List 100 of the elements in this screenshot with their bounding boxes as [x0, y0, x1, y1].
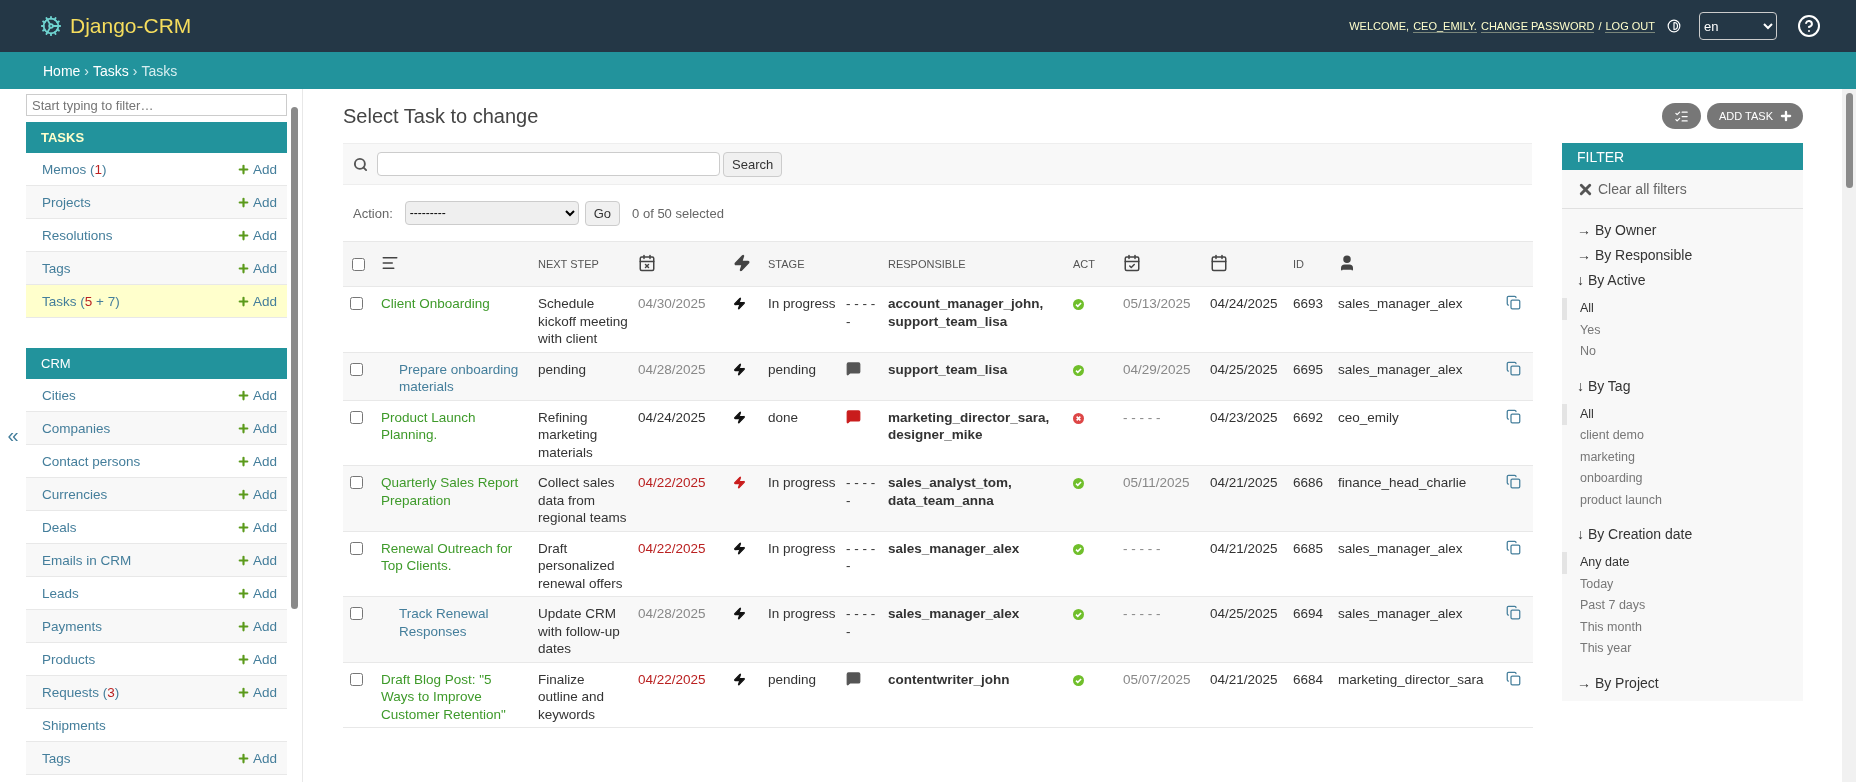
- filter-option[interactable]: marketing: [1562, 446, 1803, 468]
- add-link[interactable]: Add: [236, 161, 277, 177]
- sidebar-item[interactable]: Currencies Add: [26, 478, 287, 511]
- add-link[interactable]: Add: [236, 651, 277, 667]
- scrollbar-thumb[interactable]: [1845, 93, 1853, 188]
- sidebar-item[interactable]: Tasks (5 + 7) Add: [26, 285, 287, 318]
- calendar-icon[interactable]: [1210, 254, 1228, 272]
- sidebar-item[interactable]: Tags Add: [26, 742, 287, 775]
- add-link[interactable]: Add: [236, 260, 277, 276]
- scrollbar-thumb[interactable]: [290, 107, 298, 609]
- sidebar-item[interactable]: Companies Add: [26, 412, 287, 445]
- user-link[interactable]: CEO_EMILY.: [1413, 19, 1477, 33]
- model-link[interactable]: Products: [42, 651, 96, 667]
- add-task-button[interactable]: ADD TASK: [1707, 103, 1803, 129]
- sidebar-item[interactable]: Emails in CRM Add: [26, 544, 287, 577]
- filter-option[interactable]: Any date: [1562, 552, 1803, 574]
- filter-option[interactable]: This year: [1562, 638, 1803, 660]
- row-checkbox[interactable]: [350, 362, 363, 376]
- row-checkbox[interactable]: [350, 672, 363, 686]
- filter-option[interactable]: Yes: [1562, 319, 1803, 341]
- sidebar-item[interactable]: Payments Add: [26, 610, 287, 643]
- filter-option[interactable]: All: [1562, 403, 1803, 425]
- task-link[interactable]: Track Renewal Responses: [381, 605, 528, 640]
- add-link[interactable]: Add: [236, 585, 277, 601]
- change-password-link[interactable]: CHANGE PASSWORD: [1480, 19, 1595, 33]
- row-checkbox[interactable]: [350, 297, 363, 310]
- sidebar-filter-field[interactable]: Start typing to filter…: [26, 94, 287, 116]
- breadcrumb-link[interactable]: Tasks: [93, 62, 129, 79]
- model-link[interactable]: Leads: [42, 585, 79, 601]
- breadcrumb-link[interactable]: Home: [43, 62, 81, 79]
- column-header[interactable]: STAGE: [768, 258, 805, 270]
- add-link[interactable]: Add: [236, 486, 277, 502]
- add-link[interactable]: Add: [236, 618, 277, 634]
- row-checkbox[interactable]: [350, 476, 363, 489]
- go-button[interactable]: Go: [584, 200, 621, 226]
- copy-icon[interactable]: [1506, 605, 1521, 620]
- filter-option[interactable]: Past 7 days: [1562, 595, 1803, 617]
- lightning-icon[interactable]: [733, 254, 751, 272]
- task-link[interactable]: Client Onboarding: [381, 295, 528, 313]
- chat-icon[interactable]: [846, 360, 861, 376]
- filter-option[interactable]: Today: [1562, 573, 1803, 595]
- model-link[interactable]: Projects: [42, 194, 91, 210]
- add-link[interactable]: Add: [236, 194, 277, 210]
- columns-button[interactable]: [1662, 103, 1701, 129]
- filter-group-title[interactable]: → By Responsible: [1562, 242, 1803, 267]
- language-select[interactable]: en: [1699, 12, 1777, 40]
- copy-icon[interactable]: [1506, 539, 1521, 555]
- copy-icon[interactable]: [1506, 408, 1521, 424]
- model-link[interactable]: Currencies: [42, 486, 108, 502]
- filter-group-title[interactable]: → By Project: [1562, 669, 1803, 695]
- add-link[interactable]: Add: [236, 750, 277, 766]
- row-checkbox[interactable]: [350, 410, 363, 424]
- column-header[interactable]: ACT: [1073, 258, 1095, 270]
- task-link[interactable]: Draft Blog Post: "5 Ways to Improve Customer Retention": [381, 670, 528, 723]
- sidebar-item[interactable]: Projects Add: [26, 186, 287, 219]
- logo-text[interactable]: Django-CRM: [70, 14, 192, 38]
- row-checkbox[interactable]: [350, 607, 363, 620]
- copy-icon[interactable]: [1506, 474, 1521, 489]
- help-icon[interactable]: [1797, 14, 1821, 38]
- filter-option[interactable]: All: [1562, 298, 1803, 320]
- filter-group-title[interactable]: ↓ By Creation date: [1562, 521, 1803, 546]
- model-link[interactable]: Memos (1): [42, 161, 107, 177]
- sidebar-item[interactable]: Tags Add: [26, 252, 287, 285]
- add-link[interactable]: Add: [236, 387, 277, 403]
- select-all-checkbox[interactable]: [352, 257, 365, 271]
- column-header[interactable]: RESPONSIBLE: [888, 258, 966, 270]
- model-link[interactable]: Emails in CRM: [42, 552, 132, 568]
- calendar-x-icon[interactable]: [638, 254, 656, 272]
- filter-group-title[interactable]: → By Owner: [1562, 217, 1803, 242]
- model-link[interactable]: Cities: [42, 387, 76, 403]
- add-link[interactable]: Add: [236, 552, 277, 568]
- task-link[interactable]: Quarterly Sales Report Preparation: [381, 474, 528, 509]
- model-link[interactable]: Tags: [42, 260, 71, 276]
- filter-option[interactable]: client demo: [1562, 425, 1803, 447]
- lines-icon[interactable]: [381, 254, 399, 272]
- add-link[interactable]: Add: [236, 420, 277, 436]
- person-icon[interactable]: [1338, 254, 1356, 272]
- model-link[interactable]: Payments: [42, 618, 103, 634]
- model-link[interactable]: Shipments: [42, 717, 106, 733]
- add-link[interactable]: Add: [236, 519, 277, 535]
- filter-group-title[interactable]: ↓ By Active: [1562, 267, 1803, 292]
- model-link[interactable]: Companies: [42, 420, 111, 436]
- sidebar-item[interactable]: Requests (3) Add: [26, 676, 287, 709]
- column-header[interactable]: ID: [1293, 258, 1304, 270]
- copy-icon[interactable]: [1506, 295, 1521, 310]
- add-link[interactable]: Add: [236, 293, 277, 309]
- task-link[interactable]: Product Launch Planning.: [381, 408, 528, 444]
- add-link[interactable]: Add: [236, 453, 277, 469]
- logout-link[interactable]: LOG OUT: [1605, 19, 1655, 33]
- filter-option[interactable]: No: [1562, 341, 1803, 363]
- search-button[interactable]: Search: [723, 151, 783, 177]
- model-link[interactable]: Resolutions: [42, 227, 113, 243]
- task-link[interactable]: Renewal Outreach for Top Clients.: [381, 539, 528, 575]
- section-header[interactable]: CRM: [26, 348, 287, 379]
- filter-option[interactable]: product launch: [1562, 489, 1803, 511]
- collapse-sidebar-button[interactable]: «: [7, 424, 19, 447]
- filter-option[interactable]: onboarding: [1562, 468, 1803, 490]
- model-link[interactable]: Contact persons: [42, 453, 141, 469]
- chat-icon[interactable]: [846, 408, 861, 424]
- filter-option[interactable]: This month: [1562, 616, 1803, 638]
